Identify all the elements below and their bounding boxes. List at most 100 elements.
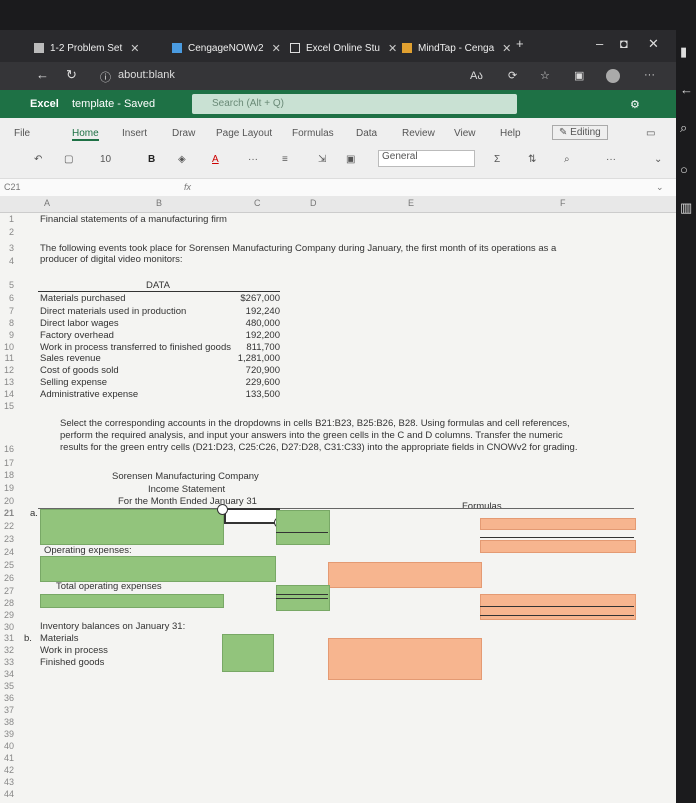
search-input[interactable]: Search (Alt + Q) — [192, 94, 517, 114]
maximize-icon[interactable]: ◘ — [620, 36, 628, 51]
fill-color-icon[interactable]: ◈ — [178, 154, 186, 165]
tab-data[interactable]: Data — [356, 128, 377, 139]
minimize-icon[interactable]: – — [596, 36, 603, 51]
row-number[interactable]: 41 — [0, 753, 14, 763]
chevron-down-icon[interactable]: ⌄ — [656, 182, 664, 193]
tab-cengage[interactable]: CengageNOWv2 ✕ — [172, 36, 281, 60]
more-icon[interactable]: ··· — [606, 154, 616, 165]
row-number[interactable]: 6 — [0, 293, 14, 303]
tab-home[interactable]: Home — [72, 128, 99, 141]
close-icon[interactable]: ✕ — [130, 42, 139, 55]
align-icon[interactable]: ≡ — [282, 154, 288, 165]
row-number[interactable]: 35 — [0, 681, 14, 691]
tab-page-layout[interactable]: Page Layout — [216, 128, 272, 139]
more-icon[interactable]: ··· — [644, 69, 655, 81]
tab-draw[interactable]: Draw — [172, 128, 195, 139]
inventory-input[interactable] — [222, 634, 274, 672]
tab-insert[interactable]: Insert — [122, 128, 147, 139]
column-header[interactable]: A — [44, 198, 50, 208]
row-number[interactable]: 37 — [0, 705, 14, 715]
row-number[interactable]: 28 — [0, 598, 14, 608]
tab-problem-set[interactable]: 1-2 Problem Set ✕ — [34, 36, 139, 60]
row-number[interactable]: 25 — [0, 560, 14, 570]
selected-cell-c21[interactable] — [224, 508, 280, 524]
refresh-icon[interactable]: ↻ — [66, 67, 77, 83]
back-arrow-icon[interactable]: ← — [680, 82, 693, 97]
amount-input-d21[interactable] — [276, 510, 330, 545]
row-number[interactable]: 43 — [0, 777, 14, 787]
tab-mindtap[interactable]: MindTap - Cenga ✕ — [402, 36, 511, 60]
row-number[interactable]: 15 — [0, 401, 14, 411]
column-header[interactable]: F — [560, 198, 566, 208]
row-number[interactable]: 14 — [0, 389, 14, 399]
close-icon[interactable]: ✕ — [272, 42, 281, 55]
row-number[interactable]: 7 — [0, 306, 14, 316]
new-tab-icon[interactable]: + — [516, 36, 524, 51]
collections-icon[interactable]: ▣ — [574, 69, 584, 82]
column-header[interactable]: E — [408, 198, 414, 208]
spreadsheet-grid[interactable]: A B C D E F 1 2 3 4 5 6 7 8 9 10 11 12 1… — [0, 196, 676, 803]
row-number[interactable]: 36 — [0, 693, 14, 703]
autosum-icon[interactable]: Σ — [494, 154, 500, 165]
row-number[interactable]: 22 — [0, 521, 14, 531]
find-icon[interactable]: ⌕ — [564, 154, 570, 165]
row-number[interactable]: 34 — [0, 669, 14, 679]
row-number[interactable]: 42 — [0, 765, 14, 775]
row-number[interactable]: 40 — [0, 741, 14, 751]
font-color-icon[interactable]: A — [212, 154, 219, 165]
row-number[interactable]: 26 — [0, 573, 14, 583]
settings-icon[interactable]: ⚙ — [630, 98, 640, 111]
column-header[interactable]: D — [310, 198, 317, 208]
circle-icon[interactable]: ○ — [680, 162, 688, 177]
back-icon[interactable]: ← — [36, 67, 49, 82]
row-number[interactable]: 13 — [0, 377, 14, 387]
editing-mode-button[interactable]: ✎ Editing — [552, 125, 608, 140]
close-icon[interactable]: ✕ — [388, 42, 397, 55]
row-number[interactable]: 39 — [0, 729, 14, 739]
chevron-down-icon[interactable]: ⌄ — [654, 154, 662, 165]
undo-icon[interactable]: ↶ — [34, 154, 42, 165]
name-box[interactable]: C21 — [4, 182, 21, 192]
row-number[interactable]: 17 — [0, 458, 14, 468]
number-format-select[interactable]: General — [378, 150, 475, 167]
file-name[interactable]: template - Saved — [72, 98, 155, 110]
sort-icon[interactable]: ⇅ — [528, 154, 536, 165]
row-number[interactable]: 11 — [0, 353, 14, 363]
tab-help[interactable]: Help — [500, 128, 521, 139]
row-number[interactable]: 32 — [0, 645, 14, 655]
search-icon[interactable]: ⌕ — [680, 120, 687, 136]
row-number[interactable]: 29 — [0, 610, 14, 620]
bold-button[interactable]: B — [148, 154, 155, 165]
row-number[interactable]: 5 — [0, 280, 14, 290]
row-number[interactable]: 33 — [0, 657, 14, 667]
extensions-icon[interactable]: ⟳ — [508, 69, 517, 82]
favorites-icon[interactable]: ☆ — [540, 69, 550, 82]
clipboard-icon[interactable]: ▢ — [64, 154, 73, 165]
row-number[interactable]: 8 — [0, 318, 14, 328]
sidebar-panel-icon[interactable]: ▮ — [680, 44, 687, 60]
row-number[interactable]: 12 — [0, 365, 14, 375]
row-number[interactable]: 16 — [0, 444, 14, 454]
row-number[interactable]: 21 — [0, 508, 14, 518]
grid-icon[interactable]: ▥ — [680, 200, 692, 216]
row-number[interactable]: 38 — [0, 717, 14, 727]
row-number[interactable]: 18 — [0, 470, 14, 480]
row-number[interactable]: 20 — [0, 496, 14, 506]
read-aloud-icon[interactable]: Aა — [470, 69, 483, 82]
row-number[interactable]: 44 — [0, 789, 14, 799]
more-font-icon[interactable]: ··· — [248, 154, 258, 165]
row-number[interactable]: 31 — [0, 633, 14, 643]
font-size-select[interactable]: 10 — [100, 154, 111, 165]
comment-icon[interactable]: ▭ — [646, 128, 655, 139]
net-income-dropdown[interactable] — [40, 594, 224, 608]
row-number[interactable]: 1 — [0, 214, 14, 224]
window-close-icon[interactable]: ✕ — [648, 36, 659, 52]
tab-formulas[interactable]: Formulas — [292, 128, 334, 139]
tab-review[interactable]: Review — [402, 128, 435, 139]
avatar[interactable] — [606, 69, 620, 83]
row-number[interactable]: 30 — [0, 622, 14, 632]
url-field[interactable]: about:blank — [118, 69, 175, 81]
row-number[interactable]: 3 — [0, 243, 14, 253]
tab-view[interactable]: View — [454, 128, 476, 139]
row-number[interactable]: 24 — [0, 547, 14, 557]
